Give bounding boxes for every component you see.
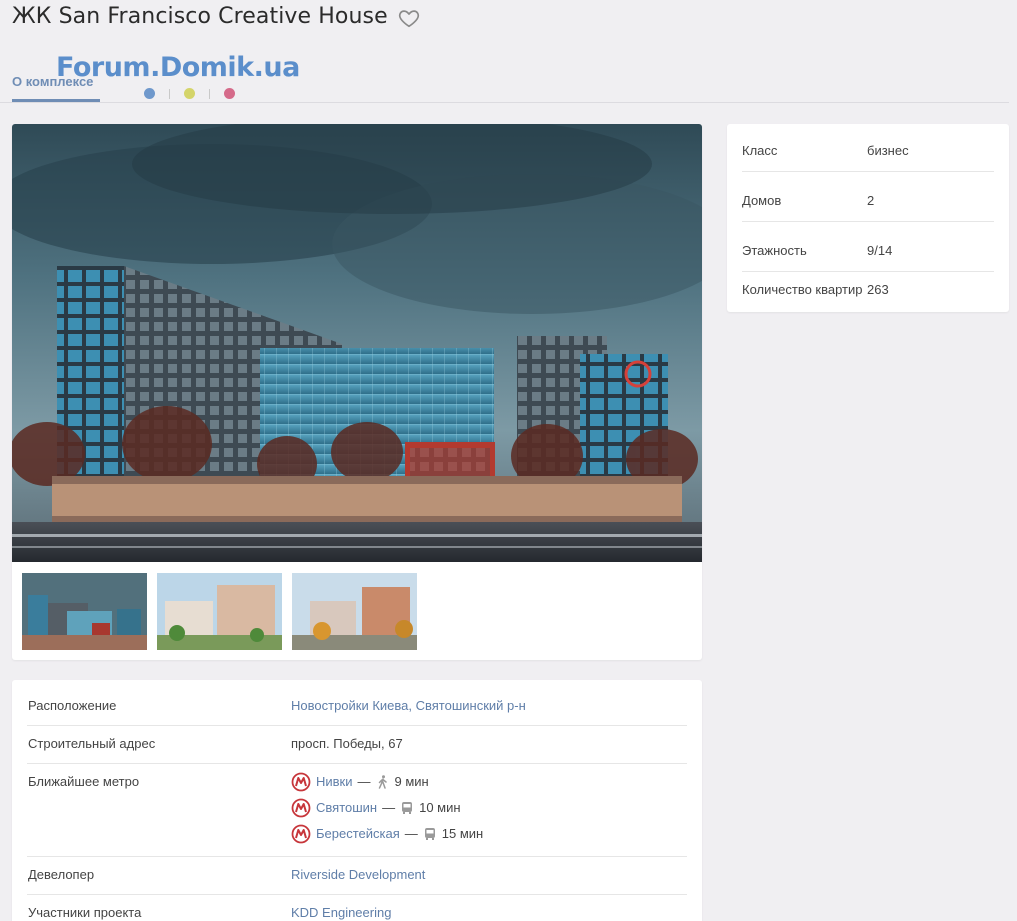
thumbnail-1[interactable] [22,573,147,650]
dot-separator [209,88,210,99]
param-value: 9/14 [867,243,893,258]
metro-icon [291,772,311,792]
indicator-dot-blue [144,88,155,99]
params-card: Класс бизнес Домов 2 Этажность 9/14 Коли… [727,124,1009,312]
bus-icon [400,801,414,815]
tabs-divider [0,102,1009,103]
info-card: Расположение Новостройки Киева, Святошин… [12,680,702,921]
metro-item: Святошин — 10 мин [291,795,483,821]
info-row-developer: Девелопер Riverside Development [27,857,687,895]
dash-separator: — [404,826,418,841]
bus-icon [423,827,437,841]
metro-item: Берестейская — 15 мин [291,821,483,847]
info-row-participants: Участники проекта KDD Engineering [27,895,687,921]
thumbnail-2[interactable] [157,573,282,650]
indicator-dots [144,88,235,99]
indicator-dot-yellow [184,88,195,99]
metro-time: 10 мин [419,800,461,815]
metro-icon [291,824,311,844]
info-label: Участники проекта [28,905,142,920]
metro-station-link[interactable]: Нивки [316,772,353,792]
metro-time: 15 мин [441,826,484,841]
param-value: 2 [867,193,875,208]
address-value: просп. Победы, 67 [291,736,403,751]
param-label: Этажность [742,243,807,258]
param-row-floors: Этажность 9/14 [742,222,994,272]
location-link[interactable]: Новостройки Киева, Святошинский р-н [291,696,526,716]
dash-separator: — [357,774,371,789]
metro-icon [291,798,311,818]
watermark-logo: Forum.Domik.ua [56,52,300,83]
param-row-class: Класс бизнес [742,124,994,172]
param-row-houses: Домов 2 [742,172,994,222]
participants-link[interactable]: KDD Engineering [291,903,391,921]
developer-link[interactable]: Riverside Development [291,865,425,885]
thumbnail-strip [22,573,417,650]
dot-separator [169,88,170,99]
info-row-location: Расположение Новостройки Киева, Святошин… [27,680,687,726]
gallery-card [12,124,702,660]
param-label: Количество квартир [742,282,863,297]
thumbnail-3[interactable] [292,573,417,650]
info-label: Ближайшее метро [28,774,140,789]
indicator-dot-pink [224,88,235,99]
param-row-apartments: Количество квартир 263 [742,272,994,310]
metro-time: 9 мин [394,774,429,789]
metro-list: Нивки — 9 мин Святошин — 10 мин Берестей… [291,772,483,847]
main-photo[interactable] [12,124,702,562]
metro-item: Нивки — 9 мин [291,769,483,795]
info-row-address: Строительный адрес просп. Победы, 67 [27,726,687,764]
param-value: 263 [867,282,889,297]
param-label: Домов [742,193,782,208]
walk-icon [376,775,390,789]
param-value: бизнес [867,143,909,158]
dash-separator: — [382,800,396,815]
title-row: ЖК San Francisco Creative House [12,4,420,29]
param-label: Класс [742,143,778,158]
info-label: Расположение [28,698,117,713]
metro-station-link[interactable]: Берестейская [316,824,400,844]
page-title: ЖК San Francisco Creative House [12,4,388,29]
info-label: Строительный адрес [28,736,156,751]
info-label: Девелопер [28,867,95,882]
metro-station-link[interactable]: Святошин [316,798,377,818]
info-row-metro: Ближайшее метро Нивки — 9 мин Святошин — [27,764,687,857]
heart-icon[interactable] [398,7,420,29]
